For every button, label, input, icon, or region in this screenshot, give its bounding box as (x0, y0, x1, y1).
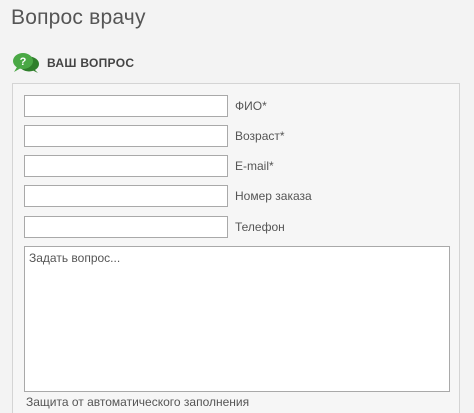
field-row-order-number: Номер заказа (24, 185, 312, 207)
field-row-phone: Телефон (24, 216, 285, 238)
email-input[interactable] (24, 155, 228, 177)
age-label: Возраст* (235, 129, 285, 143)
question-textarea[interactable] (24, 246, 450, 392)
captcha-label: Защита от автоматического заполнения (26, 395, 250, 409)
phone-label: Телефон (235, 220, 285, 234)
field-row-age: Возраст* (24, 125, 285, 147)
phone-input[interactable] (24, 216, 228, 238)
section-header: ? ВАШ ВОПРОС (12, 52, 134, 74)
order-number-label: Номер заказа (235, 189, 312, 203)
question-form: ФИО* Возраст* E-mail* Номер заказа Телеф… (12, 83, 460, 413)
field-row-name: ФИО* (24, 95, 267, 117)
full-name-input[interactable] (24, 95, 228, 117)
svg-text:?: ? (20, 56, 27, 68)
age-input[interactable] (24, 125, 228, 147)
email-label: E-mail* (235, 159, 274, 173)
full-name-label: ФИО* (235, 99, 267, 113)
page: Вопрос врачу ? ВАШ ВОПРОС ФИО* Возраст* … (0, 0, 474, 413)
chat-question-icon: ? (13, 53, 39, 73)
field-row-email: E-mail* (24, 155, 274, 177)
section-title: ВАШ ВОПРОС (47, 56, 135, 70)
order-number-input[interactable] (24, 185, 228, 207)
page-title: Вопрос врачу (11, 6, 146, 29)
